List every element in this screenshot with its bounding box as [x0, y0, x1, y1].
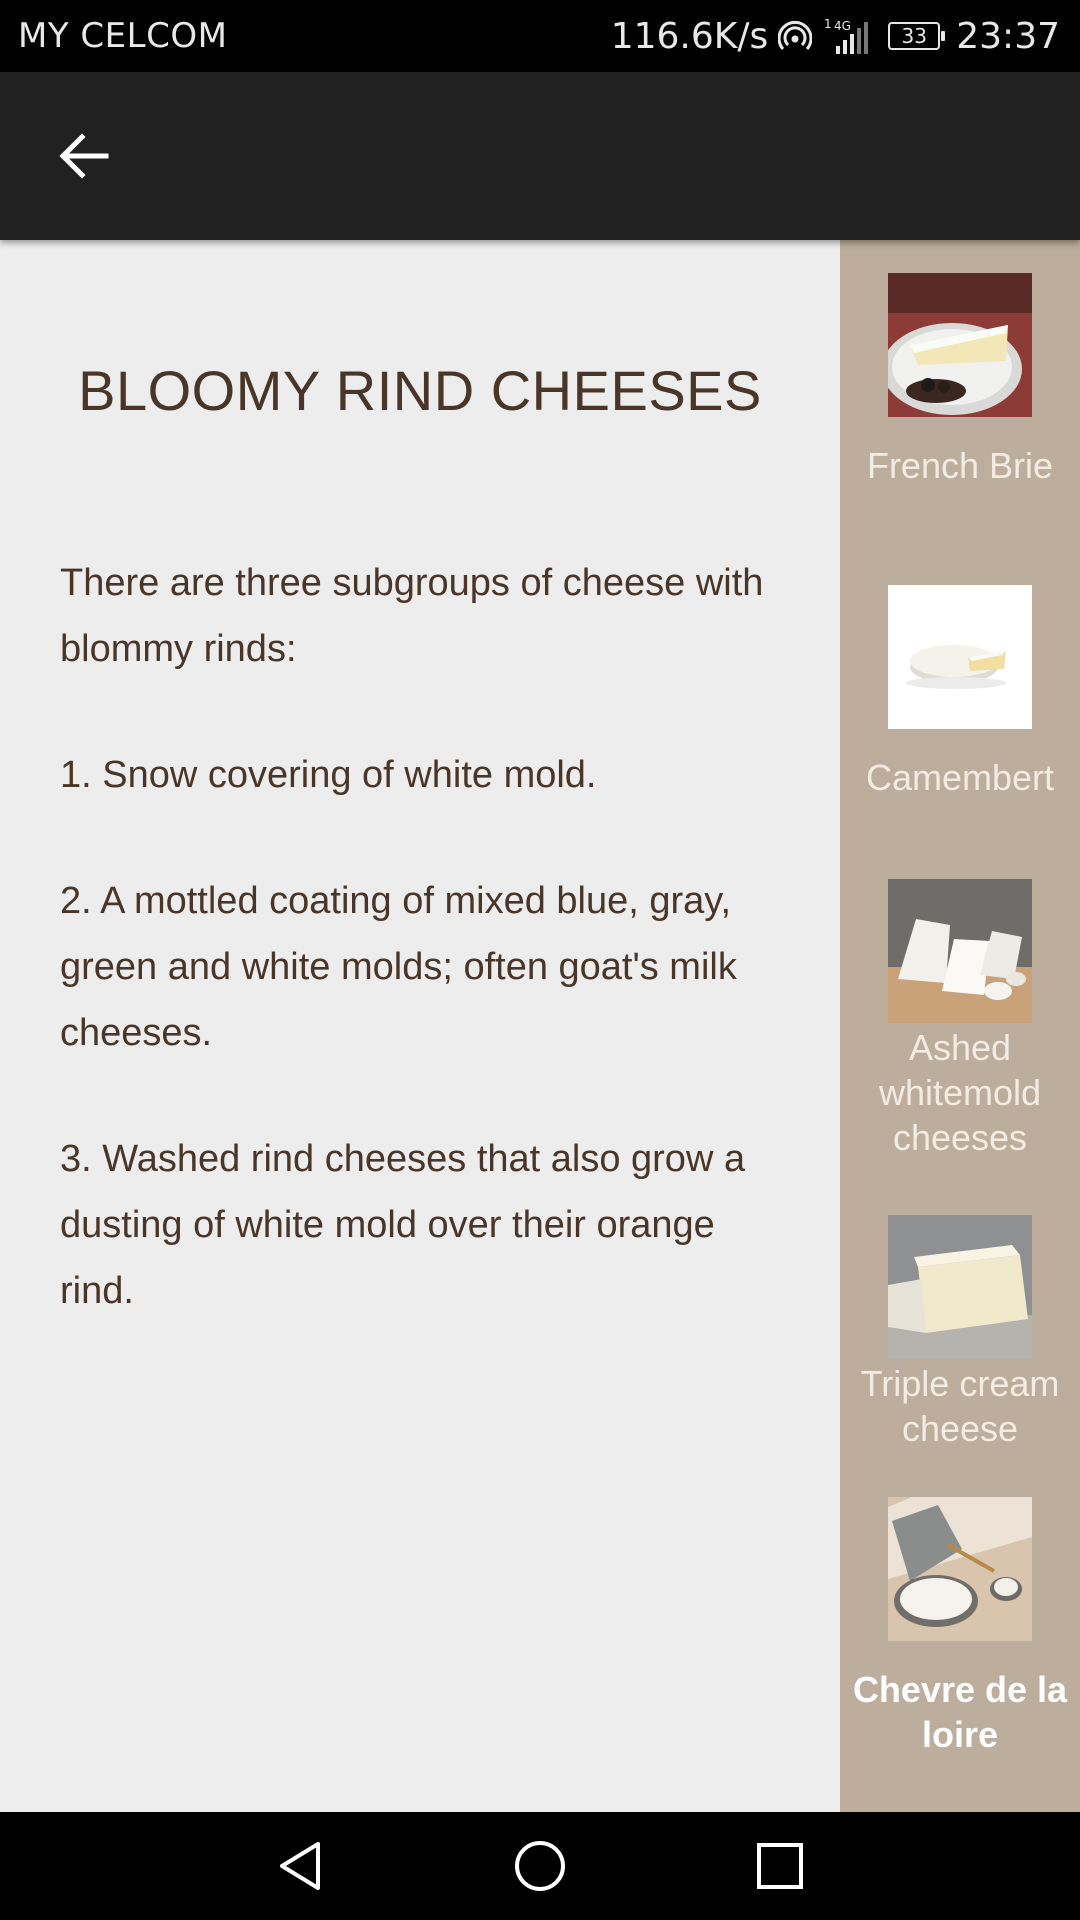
system-nav-bar: [0, 1812, 1080, 1920]
cheese-item-chevre-de-la-loire[interactable]: Chevre de la loire: [840, 1497, 1080, 1757]
nav-back-icon: [280, 1842, 320, 1890]
svg-text:1: 1: [824, 17, 832, 31]
cheese-list: French Brie Camembert Ashed whitemold ch…: [840, 240, 1080, 1812]
page-title: BLOOMY RIND CHEESES: [78, 359, 762, 422]
app-screen: MY CELCOM 116.6K/s 1 4G 33 23:37 BLOOMY …: [0, 0, 1080, 1920]
nav-recents-button[interactable]: [748, 1834, 812, 1898]
paragraph-subgroup-2: 2. A mottled coating of mixed blue, gray…: [60, 880, 737, 1054]
chevre-de-la-loire-thumbnail: [888, 1497, 1032, 1641]
article-content: BLOOMY RIND CHEESES There are three subg…: [0, 240, 840, 1812]
paragraph-subgroup-3: 3. Washed rind cheeses that also grow a …: [60, 1138, 746, 1312]
nav-home-icon: [515, 1841, 565, 1891]
cheese-item-triple-cream[interactable]: Triple cream cheese: [840, 1215, 1080, 1451]
paragraph-intro: There are three subgroups of cheese with…: [60, 562, 764, 670]
nav-recents-icon: [757, 1843, 803, 1889]
status-indicators: 116.6K/s 1 4G 33 23:37: [611, 12, 1060, 60]
ashed-whitemold-thumbnail: [888, 879, 1032, 1023]
french-brie-thumbnail: [888, 273, 1032, 417]
battery-level: 33: [901, 24, 927, 48]
cheese-item-ashed-whitemold[interactable]: Ashed whitemold cheeses: [840, 879, 1080, 1160]
camembert-thumbnail: [888, 585, 1032, 729]
clock: 23:37: [956, 15, 1060, 57]
triple-cream-thumbnail: [888, 1215, 1032, 1359]
signal-icon: 1 4G: [822, 16, 878, 56]
svg-text:4G: 4G: [834, 19, 851, 33]
nav-home-button[interactable]: [508, 1834, 572, 1898]
app-toolbar: [0, 72, 1080, 240]
cheese-label: Camembert: [865, 757, 1055, 798]
arrow-back-icon: [59, 133, 109, 179]
battery-icon: 33: [888, 22, 946, 50]
status-bar: MY CELCOM 116.6K/s 1 4G 33 23:37: [0, 0, 1080, 72]
network-speed: 116.6K/s: [610, 15, 769, 57]
cheese-item-french-brie[interactable]: French Brie: [840, 273, 1080, 488]
cheese-item-camembert[interactable]: Camembert: [840, 585, 1080, 800]
cheese-label: Triple cream cheese: [860, 1363, 1060, 1449]
hotspot-icon: [778, 19, 813, 53]
cheese-label: Ashed whitemold cheeses: [878, 1027, 1042, 1158]
article-body: There are three subgroups of cheese with…: [60, 550, 780, 1324]
carrier-name: MY CELCOM: [18, 16, 228, 56]
nav-back-button[interactable]: [268, 1834, 332, 1898]
back-button[interactable]: [36, 116, 132, 196]
cheese-label-selected: Chevre de la loire: [852, 1669, 1068, 1755]
cheese-label: French Brie: [866, 445, 1054, 486]
paragraph-subgroup-1: 1. Snow covering of white mold.: [60, 754, 597, 796]
